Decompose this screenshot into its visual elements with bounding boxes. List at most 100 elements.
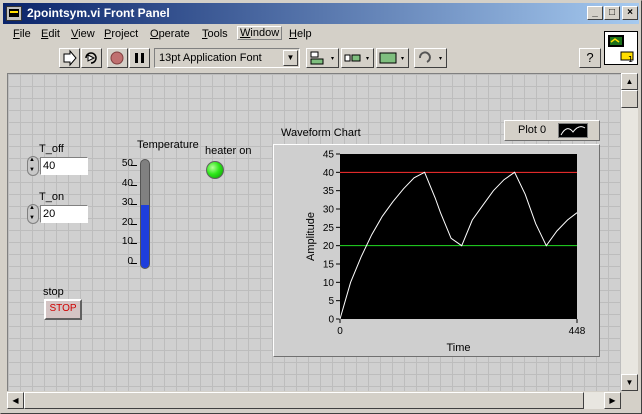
distribute-objects-icon[interactable] <box>341 48 374 68</box>
close-button[interactable]: × <box>622 6 638 20</box>
y-tick-label: 40 <box>323 168 335 179</box>
stop-label: stop <box>43 286 64 298</box>
distribute-objects-glyph <box>344 54 369 62</box>
menu-view-label: iew <box>78 28 95 40</box>
menu-project-label: roject <box>111 28 139 40</box>
scroll-right-arrow-icon[interactable]: ▶ <box>604 392 621 409</box>
temperature-tick-label: 0 <box>127 256 133 267</box>
vertical-scrollbar[interactable]: ▲ ▼ <box>621 73 638 391</box>
temperature-tick-label: 20 <box>121 217 133 228</box>
chart-svg: 45 40 35 30 25 20 15 10 5 00 448 Time Amplitude <box>305 150 586 355</box>
menu-edit-label: dit <box>48 28 60 40</box>
run-continuously-glyph <box>85 52 97 64</box>
font-select-value: 13pt Application Font <box>159 52 262 64</box>
y-tick-label: 15 <box>323 260 335 271</box>
temperature-tick <box>131 185 137 186</box>
scroll-down-arrow-icon[interactable]: ▼ <box>621 374 638 391</box>
pause-icon[interactable] <box>129 48 150 68</box>
temperature-tick-label: 30 <box>121 197 133 208</box>
t-off-label: T_off <box>39 143 64 155</box>
menu-help-mnemonic: H <box>289 28 297 40</box>
temperature-tick-label: 10 <box>121 236 133 247</box>
temperature-tick <box>131 165 137 166</box>
scroll-left-arrow-icon[interactable]: ◀ <box>7 392 24 409</box>
y-tick-label: 25 <box>323 223 335 234</box>
run-arrow-glyph <box>63 49 77 67</box>
thermometer-fill <box>141 205 149 268</box>
pause-glyph <box>135 53 144 63</box>
y-tick-label: 5 <box>328 296 334 307</box>
heater-on-label: heater on <box>205 145 252 157</box>
vi-connector-glyph: 1 <box>608 35 634 64</box>
vertical-scroll-thumb[interactable] <box>621 90 638 108</box>
plot-legend[interactable]: Plot 0 <box>504 120 600 141</box>
y-tick-label: 0 <box>328 315 334 326</box>
scroll-up-arrow-icon[interactable]: ▲ <box>621 73 638 90</box>
align-objects-icon[interactable] <box>306 48 339 68</box>
temperature-tick <box>131 224 137 225</box>
menu-help-label: elp <box>296 28 312 40</box>
y-tick-label: 45 <box>323 150 335 161</box>
menu-file-label: ile <box>19 28 31 40</box>
stop-button[interactable]: STOP <box>44 299 82 320</box>
menu-file-mnemonic: F <box>13 28 20 40</box>
menu-tools[interactable]: Tools <box>202 28 228 40</box>
run-continuously-icon[interactable] <box>81 48 102 68</box>
temperature-tick <box>131 263 137 264</box>
menu-operate-mnemonic: O <box>150 28 159 40</box>
chevron-down-icon[interactable]: ▼ <box>283 50 298 66</box>
menu-edit[interactable]: Edit <box>41 28 60 40</box>
y-tick-label: 10 <box>323 278 335 289</box>
title-bar[interactable]: 2pointsym.vi Front Panel _ □ × <box>3 3 639 24</box>
align-objects-glyph <box>310 51 334 65</box>
vi-app-icon <box>6 6 22 21</box>
menu-project[interactable]: Project <box>104 28 138 40</box>
resize-objects-icon[interactable] <box>376 48 409 68</box>
minimize-button[interactable]: _ <box>587 6 603 20</box>
thermometer-indicator <box>140 159 150 269</box>
menu-operate[interactable]: Operate <box>150 28 190 40</box>
reorder-icon[interactable] <box>414 48 447 68</box>
maximize-button[interactable]: □ <box>604 6 620 20</box>
y-axis-label: Amplitude <box>305 212 317 261</box>
temperature-tick <box>131 204 137 205</box>
menu-file[interactable]: File <box>13 28 31 40</box>
legend-plot-name: Plot 0 <box>518 124 547 136</box>
font-select[interactable]: 13pt Application Font ▼ <box>154 48 300 68</box>
labview-window: 2pointsym.vi Front Panel _ □ × File Edit… <box>0 0 642 414</box>
y-tick-label: 30 <box>323 205 335 216</box>
y-tick-label: 20 <box>323 241 335 252</box>
t-on-input[interactable]: 20 <box>40 205 88 223</box>
legend-plot-swatch <box>558 123 588 138</box>
horizontal-scrollbar[interactable]: ◀ ▶ <box>7 392 621 409</box>
menu-window[interactable]: Window <box>237 26 283 40</box>
waveform-chart[interactable]: 45 40 35 30 25 20 15 10 5 0 0 448 Time Amplitude <box>273 144 600 357</box>
menu-help[interactable]: Help <box>289 28 312 40</box>
t-off-control: 40 <box>27 156 91 176</box>
window-title: 2pointsym.vi Front Panel <box>27 6 170 20</box>
chart-title: Waveform Chart <box>281 127 361 139</box>
temperature-tick-label: 40 <box>121 178 133 189</box>
x-axis-label: Time <box>446 342 470 354</box>
t-off-input[interactable]: 40 <box>40 157 88 175</box>
vi-connector-icon[interactable]: 1 <box>604 31 638 65</box>
menu-window-mnemonic: W <box>240 27 251 39</box>
legend-line-glyph <box>560 126 586 136</box>
heater-on-led <box>206 161 224 179</box>
t-off-increment[interactable] <box>27 156 39 176</box>
run-arrow-icon[interactable] <box>59 48 80 68</box>
toolbar: 13pt Application Font ▼ ? <box>3 45 639 71</box>
menu-tools-label: ools <box>207 28 228 40</box>
svg-text:1: 1 <box>628 55 633 64</box>
temperature-tick-label: 50 <box>121 158 133 169</box>
x-tick-label: 448 <box>569 326 586 337</box>
context-help-button[interactable]: ? <box>579 48 601 68</box>
t-on-increment[interactable] <box>27 204 39 224</box>
t-on-control: 20 <box>27 204 91 224</box>
horizontal-scroll-thumb[interactable] <box>24 392 584 409</box>
abort-icon[interactable] <box>107 48 128 68</box>
menu-operate-label: perate <box>158 28 190 40</box>
t-on-label: T_on <box>39 191 65 203</box>
menu-view[interactable]: View <box>71 28 95 40</box>
reorder-glyph <box>419 51 442 63</box>
